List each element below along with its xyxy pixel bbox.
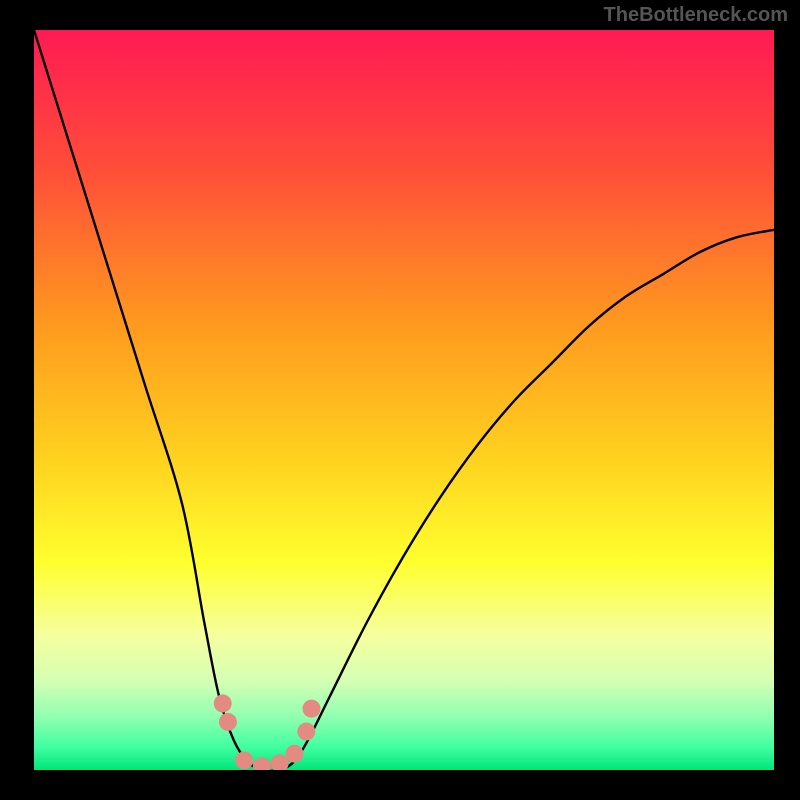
bottleneck-plot	[0, 0, 800, 800]
gradient-background	[34, 30, 774, 770]
chart-frame: TheBottleneck.com	[0, 0, 800, 800]
curve-marker	[219, 713, 237, 731]
curve-marker	[271, 754, 289, 772]
watermark: TheBottleneck.com	[604, 4, 788, 27]
curve-marker	[214, 694, 232, 712]
curve-marker	[303, 700, 321, 718]
curve-marker	[297, 723, 315, 741]
curve-marker	[235, 751, 253, 769]
curve-marker	[285, 745, 303, 763]
